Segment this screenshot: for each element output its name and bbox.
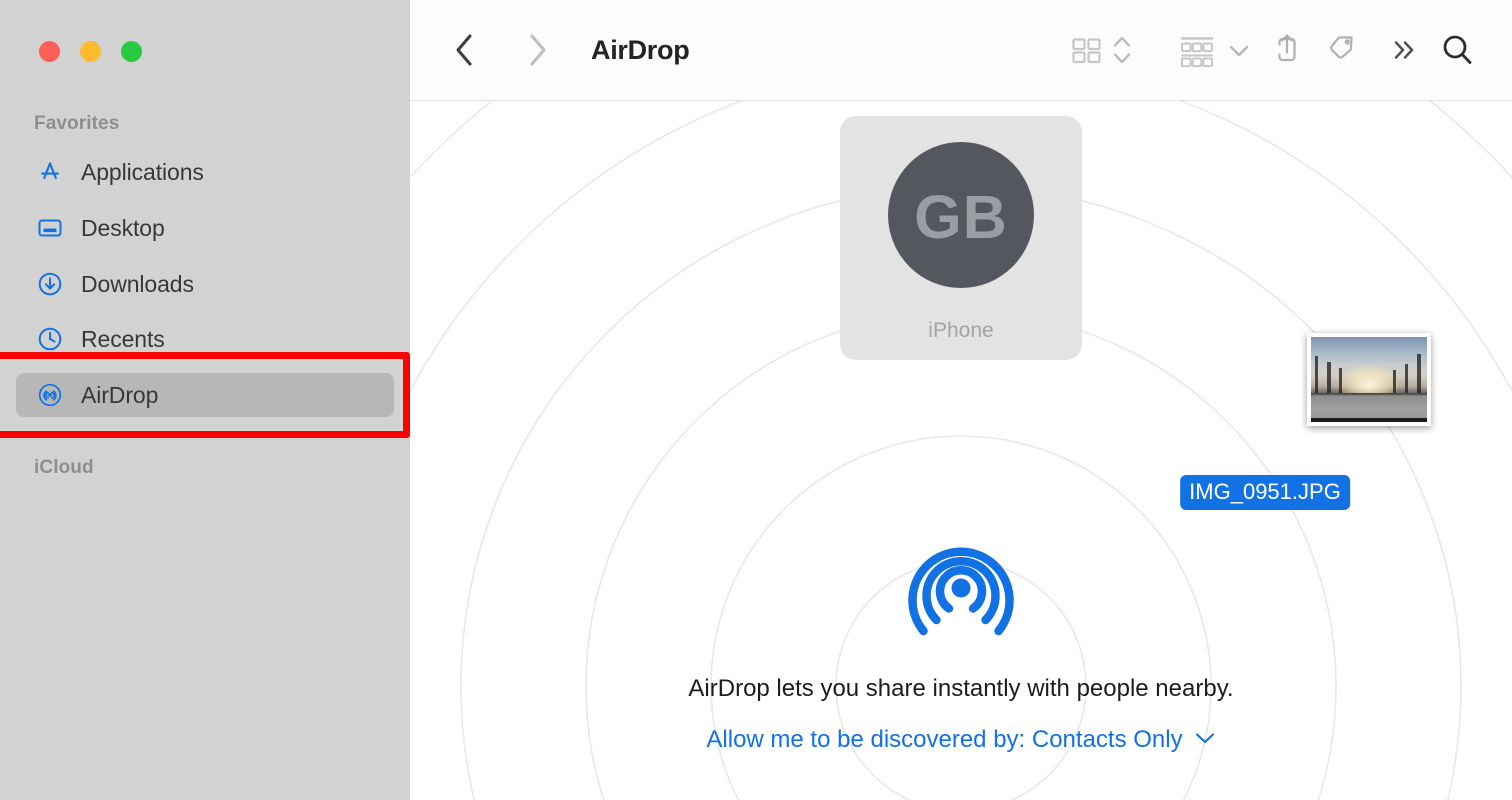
forward-button[interactable] xyxy=(515,28,559,72)
sidebar-item-label: Recents xyxy=(81,325,165,352)
chevron-down-icon[interactable] xyxy=(1194,731,1216,750)
app-store-icon xyxy=(37,159,63,185)
clock-icon xyxy=(37,326,63,352)
back-button[interactable] xyxy=(443,28,487,72)
sidebar-item-desktop[interactable]: Desktop xyxy=(16,206,394,250)
thumbnail-bottom-edge xyxy=(1311,418,1427,422)
sidebar-item-label: Desktop xyxy=(81,214,165,241)
group-by-button[interactable] xyxy=(1174,24,1220,76)
main-pane: AirDrop GB iPhone IMG_0951.JPG AirDrop l… xyxy=(410,0,1512,800)
airdrop-device-tile[interactable]: GB iPhone xyxy=(840,116,1082,360)
avatar: GB xyxy=(888,142,1034,288)
desktop-icon xyxy=(37,215,63,241)
zoom-button[interactable] xyxy=(121,41,142,62)
dragged-file-name-badge[interactable]: IMG_0951.JPG xyxy=(1180,475,1350,510)
group-by-chevron-button[interactable] xyxy=(1220,24,1258,76)
sidebar-item-recents[interactable]: Recents xyxy=(16,317,394,361)
more-button[interactable] xyxy=(1374,24,1432,76)
device-name: iPhone xyxy=(928,319,994,342)
sidebar-section-icloud: iCloud xyxy=(34,457,94,478)
airdrop-icon xyxy=(37,382,63,408)
share-button[interactable] xyxy=(1258,24,1316,76)
minimize-button[interactable] xyxy=(80,41,101,62)
view-options-stepper[interactable] xyxy=(1108,24,1136,76)
toolbar-actions xyxy=(1066,0,1512,100)
sidebar-item-airdrop[interactable]: AirDrop xyxy=(16,373,394,417)
sidebar-item-downloads[interactable]: Downloads xyxy=(16,262,394,306)
window-controls xyxy=(39,41,142,62)
sidebar-item-label: Applications xyxy=(81,158,204,185)
avatar-initials: GB xyxy=(914,182,1008,251)
airdrop-radar-icon xyxy=(889,532,1034,644)
airdrop-canvas[interactable]: GB iPhone IMG_0951.JPG AirDrop lets you … xyxy=(410,101,1512,800)
search-button[interactable] xyxy=(1432,24,1482,76)
airdrop-caption: AirDrop lets you share instantly with pe… xyxy=(688,675,1234,702)
sidebar-item-label: AirDrop xyxy=(81,381,159,408)
sidebar-item-label: Downloads xyxy=(81,270,194,297)
finder-window: Favorites Applications Desktop Downloads… xyxy=(0,0,1512,800)
close-button[interactable] xyxy=(39,41,60,62)
sidebar: Favorites Applications Desktop Downloads… xyxy=(0,0,410,800)
dragged-file-thumbnail[interactable] xyxy=(1307,333,1431,426)
discovery-link[interactable]: Allow me to be discovered by: Contacts O… xyxy=(706,726,1182,754)
sidebar-item-applications[interactable]: Applications xyxy=(16,150,394,194)
page-title: AirDrop xyxy=(591,34,690,65)
tags-button[interactable] xyxy=(1316,24,1374,76)
discovery-row: Allow me to be discovered by: Contacts O… xyxy=(410,726,1512,754)
icon-view-button[interactable] xyxy=(1066,24,1108,76)
downloads-icon xyxy=(37,271,63,297)
sidebar-section-favorites: Favorites xyxy=(34,113,120,134)
toolbar: AirDrop xyxy=(410,0,1512,101)
